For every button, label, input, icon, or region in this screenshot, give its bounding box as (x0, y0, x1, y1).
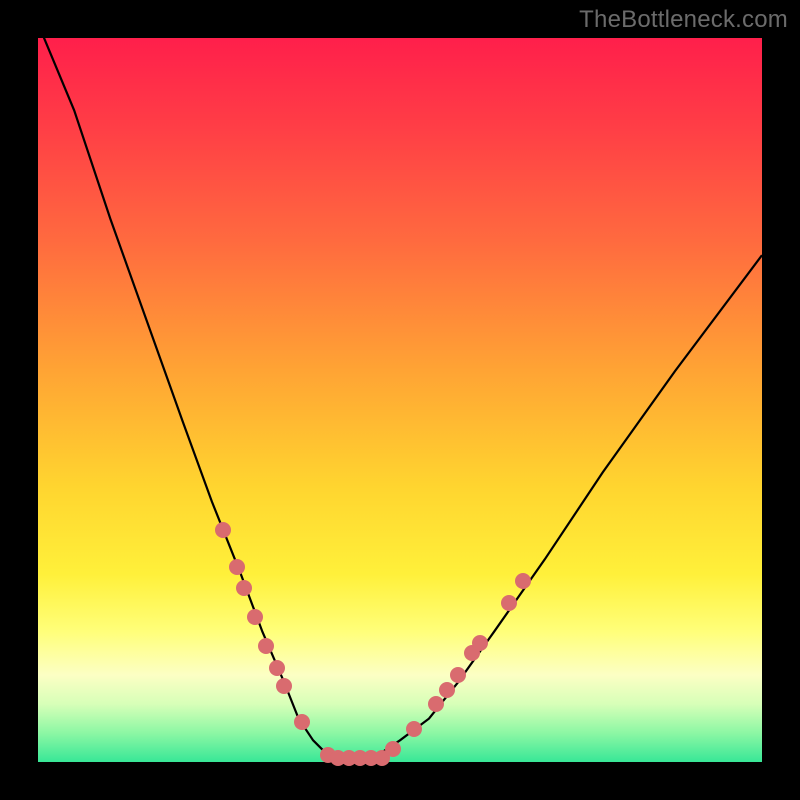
highlight-dot (515, 573, 531, 589)
highlight-dot (501, 595, 517, 611)
bottleneck-curve (38, 38, 762, 762)
highlight-dot (215, 522, 231, 538)
watermark-text: TheBottleneck.com (579, 6, 788, 34)
chart-stage: TheBottleneck.com (0, 0, 800, 800)
highlight-dot (472, 635, 488, 651)
highlight-dot (229, 559, 245, 575)
highlight-dot (439, 682, 455, 698)
highlight-dot (450, 667, 466, 683)
highlight-dot (269, 660, 285, 676)
plot-area (38, 38, 762, 762)
highlight-dot (385, 741, 401, 757)
